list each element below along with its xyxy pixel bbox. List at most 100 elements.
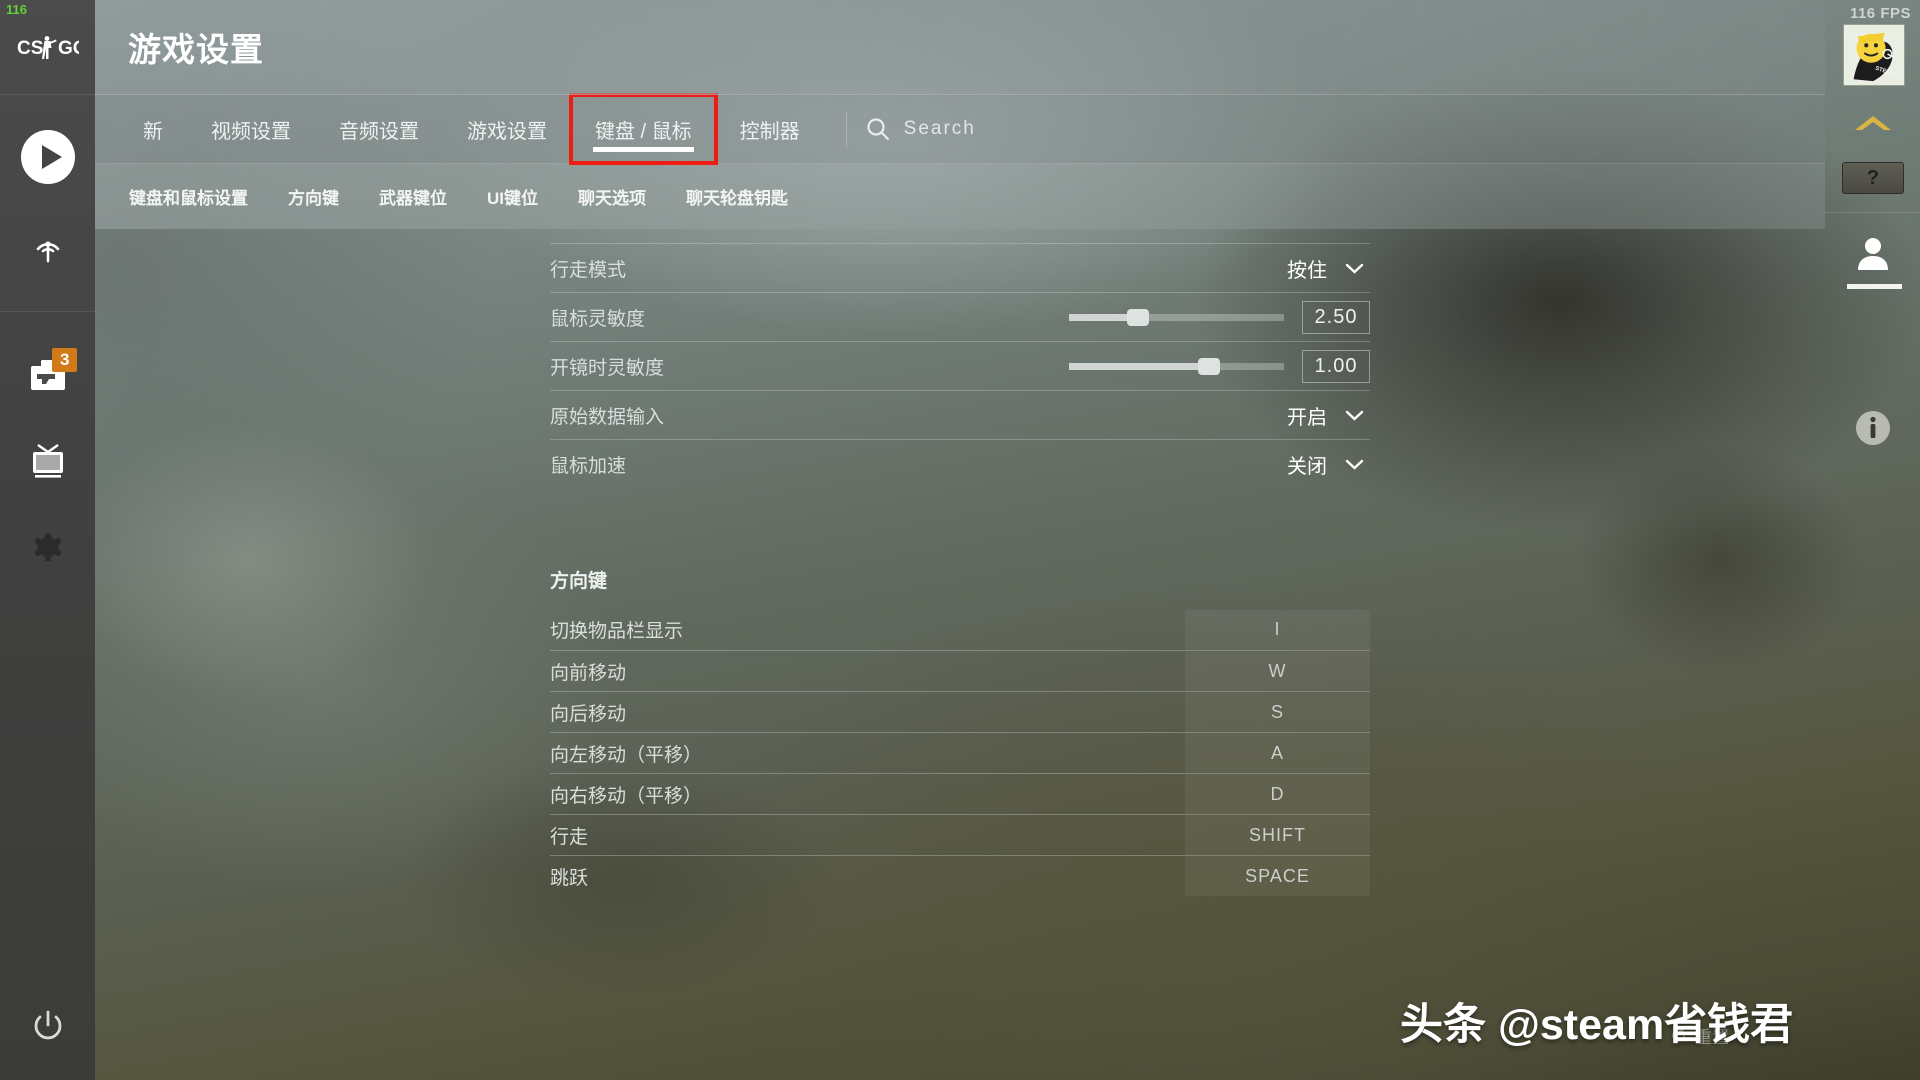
mouse-sensitivity-slider[interactable] xyxy=(1069,308,1284,326)
rail-section-tools: 3 xyxy=(0,312,95,616)
keybind-label: 向前移动 xyxy=(550,662,627,684)
help-button[interactable]: ? xyxy=(1842,162,1904,194)
keybind-label: 跳跃 xyxy=(550,867,589,889)
mouse-sensitivity-value[interactable]: 2.50 xyxy=(1302,300,1370,334)
rail-section-play xyxy=(0,95,95,312)
keybind-key[interactable]: W xyxy=(1185,651,1370,691)
keybind-key[interactable]: I xyxy=(1185,609,1370,650)
steam-avatar-icon: STEAM xyxy=(1844,25,1904,85)
power-icon xyxy=(34,1010,61,1040)
sidebar-item-settings[interactable] xyxy=(0,506,95,594)
dropdown-value: 关闭 xyxy=(1287,455,1327,478)
info-button[interactable] xyxy=(1825,410,1920,446)
keybind-row-toggle-inventory[interactable]: 切换物品栏显示 I xyxy=(550,609,1370,650)
tab-divider xyxy=(845,111,847,147)
player-profile-button[interactable] xyxy=(1825,234,1920,272)
setting-label: 鼠标加速 xyxy=(550,455,627,477)
chevron-down-icon xyxy=(1345,459,1364,470)
sidebar-item-watch-tv[interactable] xyxy=(0,418,95,506)
section-title-movement-keys: 方向键 xyxy=(550,571,608,592)
person-icon xyxy=(1857,238,1888,270)
slider-fill xyxy=(1069,362,1209,370)
chevron-down-icon xyxy=(1345,263,1364,274)
raw-input-dropdown[interactable]: 开启 xyxy=(1287,401,1370,430)
dropdown-value: 按住 xyxy=(1287,259,1327,282)
keybind-row-move-left[interactable]: 向左移动（平移） A xyxy=(550,732,1370,773)
tab-audio-settings[interactable]: 音频设置 xyxy=(315,95,443,163)
keybind-row-move-right[interactable]: 向右移动（平移） D xyxy=(550,773,1370,814)
setting-label: 行走模式 xyxy=(550,259,627,281)
slider-knob[interactable] xyxy=(1197,357,1220,375)
keybind-label: 行走 xyxy=(550,826,589,848)
info-icon xyxy=(1855,411,1890,445)
dropdown-value: 开启 xyxy=(1287,406,1327,429)
chevron-up-icon xyxy=(1854,116,1891,130)
right-rail-divider xyxy=(1825,212,1920,213)
subtab-chat-options[interactable]: 聊天选项 xyxy=(558,184,666,209)
tab-video-settings[interactable]: 视频设置 xyxy=(187,95,315,163)
sub-tab-bar: 键盘和鼠标设置 方向键 武器键位 UI键位 聊天选项 聊天轮盘钥匙 xyxy=(95,164,1825,229)
keybind-key[interactable]: S xyxy=(1185,692,1370,732)
svg-text:GO: GO xyxy=(58,38,79,59)
keybind-row-move-forward[interactable]: 向前移动 W xyxy=(550,650,1370,691)
tab-new[interactable]: 新 xyxy=(119,95,187,163)
broadcast-icon xyxy=(36,241,59,263)
keybind-label: 向左移动（平移） xyxy=(550,744,703,766)
gear-icon xyxy=(34,533,61,561)
keybind-label: 向右移动（平移） xyxy=(550,785,703,807)
tab-game-settings[interactable]: 游戏设置 xyxy=(443,95,571,163)
keybind-row-walk[interactable]: 行走 SHIFT xyxy=(550,814,1370,855)
slider-fill xyxy=(1069,313,1134,321)
search-placeholder: Search xyxy=(903,118,976,139)
keybind-key[interactable]: A xyxy=(1185,733,1370,773)
keybind-label: 向后移动 xyxy=(550,703,627,725)
slider-knob[interactable] xyxy=(1126,308,1149,326)
chevron-down-icon xyxy=(1345,410,1364,421)
setting-row-raw-input[interactable]: 原始数据输入 开启 xyxy=(550,390,1370,439)
fps-counter-topleft: 116 xyxy=(6,2,27,17)
search-input[interactable]: Search xyxy=(865,95,976,163)
tab-controller[interactable]: 控制器 xyxy=(716,95,824,163)
main-tab-bar: 新 视频设置 音频设置 游戏设置 键盘 / 鼠标 控制器 Search xyxy=(95,93,1825,165)
search-icon xyxy=(867,118,889,141)
setting-row-mouse-sensitivity[interactable]: 鼠标灵敏度 2.50 xyxy=(550,292,1370,341)
walk-mode-dropdown[interactable]: 按住 xyxy=(1287,254,1370,283)
setting-row-mouse-acceleration[interactable]: 鼠标加速 关闭 xyxy=(550,439,1370,488)
zoom-sensitivity-value[interactable]: 1.00 xyxy=(1302,349,1370,383)
fps-counter: 116 FPS xyxy=(1849,5,1911,22)
page-title: 游戏设置 xyxy=(128,31,264,68)
avatar[interactable]: STEAM xyxy=(1843,24,1905,86)
subtab-weapon-keys[interactable]: 武器键位 xyxy=(359,184,467,209)
player-profile-indicator xyxy=(1847,284,1902,289)
right-sidebar: 116 FPS STEAM ? xyxy=(1825,0,1920,1080)
collapse-panel-button[interactable] xyxy=(1825,112,1920,134)
sidebar-item-play[interactable] xyxy=(0,113,95,201)
keybind-key[interactable]: SPACE xyxy=(1185,856,1370,896)
subtab-keyboard-mouse-settings[interactable]: 键盘和鼠标设置 xyxy=(109,184,268,209)
svg-text:CS: CS xyxy=(17,38,43,59)
zoom-sensitivity-slider[interactable] xyxy=(1069,357,1284,375)
left-sidebar: CS GO xyxy=(0,0,95,1080)
keybind-key[interactable]: SHIFT xyxy=(1185,815,1370,855)
keybind-key[interactable]: D xyxy=(1185,774,1370,814)
subtab-movement-keys[interactable]: 方向键 xyxy=(268,184,359,209)
keybind-row-move-back[interactable]: 向后移动 S xyxy=(550,691,1370,732)
setting-row-zoom-sensitivity[interactable]: 开镜时灵敏度 1.00 xyxy=(550,341,1370,390)
setting-label: 开镜时灵敏度 xyxy=(550,357,665,379)
play-icon xyxy=(20,130,75,184)
page-header: 游戏设置 xyxy=(95,0,1825,95)
settings-content: 行走模式 按住 鼠标灵敏度 2.50 开镜时灵敏度 1.00 原始数据输入 开启… xyxy=(95,229,1825,980)
setting-row-walk-mode[interactable]: 行走模式 按住 xyxy=(550,243,1370,292)
sidebar-item-watch-broadcast[interactable] xyxy=(0,201,95,289)
tab-keyboard-mouse[interactable]: 键盘 / 鼠标 xyxy=(569,93,718,165)
sidebar-item-inventory[interactable]: 3 xyxy=(0,330,95,418)
subtab-chat-wheel-keys[interactable]: 聊天轮盘钥匙 xyxy=(666,184,808,209)
inventory-badge: 3 xyxy=(52,348,78,373)
subtab-ui-keys[interactable]: UI键位 xyxy=(467,184,558,209)
sidebar-item-power[interactable] xyxy=(0,1008,95,1046)
watermark: 头条 @steam省钱君 xyxy=(1400,1001,1794,1049)
keybind-row-jump[interactable]: 跳跃 SPACE xyxy=(550,855,1370,896)
mouse-acceleration-dropdown[interactable]: 关闭 xyxy=(1287,450,1370,479)
setting-label: 原始数据输入 xyxy=(550,406,665,428)
